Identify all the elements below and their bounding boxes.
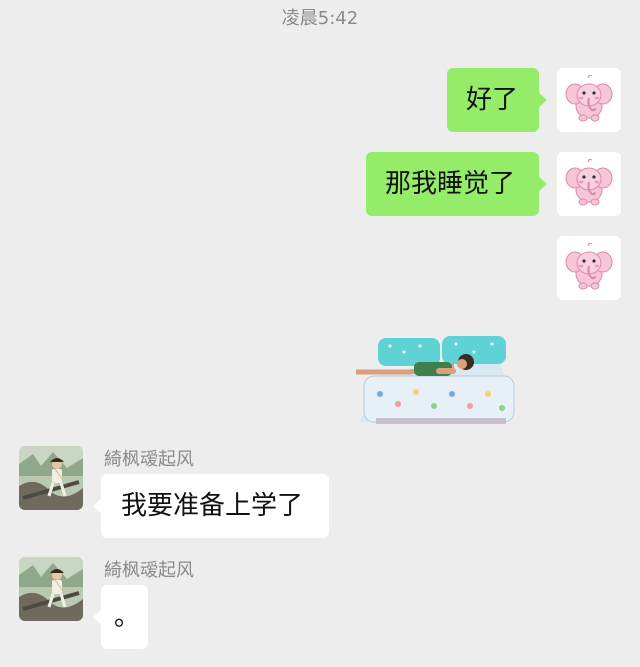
self-avatar[interactable] xyxy=(557,236,621,300)
message-bubble-incoming[interactable]: 我要准备上学了 xyxy=(93,474,329,538)
message-text: 那我睡觉了 xyxy=(385,169,516,199)
contact-avatar[interactable] xyxy=(19,557,83,621)
pink-elephant-icon xyxy=(557,236,621,300)
message-text: 。 xyxy=(114,602,141,632)
pink-elephant-icon xyxy=(557,68,621,132)
photo-avatar xyxy=(19,446,83,510)
self-avatar[interactable] xyxy=(557,68,621,132)
message-text: 我要准备上学了 xyxy=(121,491,304,521)
message-bubble-incoming[interactable]: 。 xyxy=(93,585,148,649)
sender-name: 綺枫叆起风 xyxy=(104,449,194,470)
self-avatar[interactable] xyxy=(557,152,621,216)
bed-base xyxy=(363,375,515,423)
photo-avatar xyxy=(19,557,83,621)
contact-avatar[interactable] xyxy=(19,446,83,510)
sender-name: 綺枫叆起风 xyxy=(104,560,194,581)
pillow-right xyxy=(442,336,506,364)
pillow-left xyxy=(378,338,440,366)
message-text: 好了 xyxy=(466,85,519,115)
message-bubble-outgoing[interactable]: 那我睡觉了 xyxy=(366,152,547,216)
chat-timestamp: 凌晨5:42 xyxy=(281,8,359,29)
person-lying-on-bed-sticker[interactable] xyxy=(350,332,520,428)
pink-elephant-icon xyxy=(557,152,621,216)
message-bubble-outgoing[interactable]: 好了 xyxy=(447,68,547,132)
